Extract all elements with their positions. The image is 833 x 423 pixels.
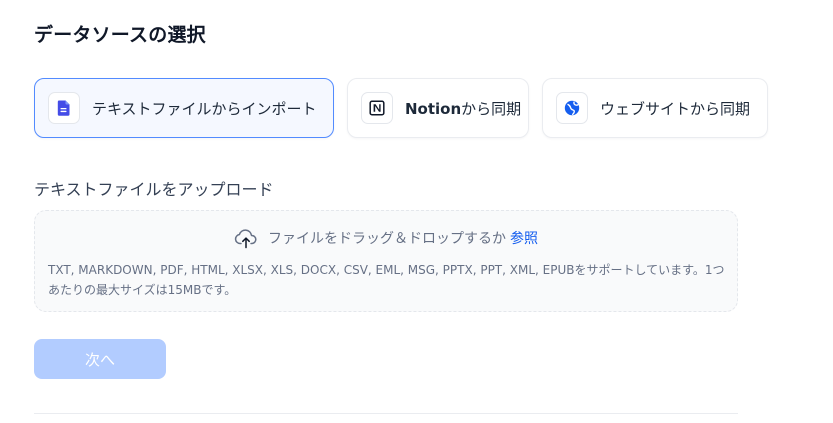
browse-link[interactable]: 参照 bbox=[510, 228, 538, 248]
notion-icon bbox=[361, 92, 393, 124]
dropzone-text: ファイルをドラッグ＆ドロップするか bbox=[268, 231, 506, 247]
source-option-label: ウェブサイトから同期 bbox=[600, 99, 751, 118]
source-option-text-file[interactable]: テキストファイルからインポート bbox=[34, 78, 334, 138]
source-option-website[interactable]: ウェブサイトから同期 bbox=[542, 78, 768, 138]
website-icon bbox=[556, 92, 588, 124]
upload-cloud-icon bbox=[234, 227, 258, 249]
source-option-label: テキストファイルからインポート bbox=[92, 99, 317, 118]
bottom-divider bbox=[34, 413, 738, 414]
source-option-label: Notionから同期 bbox=[405, 99, 522, 118]
source-option-notion[interactable]: Notionから同期 bbox=[347, 78, 529, 138]
supported-formats-text: TXT, MARKDOWN, PDF, HTML, XLSX, XLS, DOC… bbox=[48, 263, 725, 297]
dropzone-instruction: ファイルをドラッグ＆ドロップするか 参照 bbox=[35, 227, 737, 249]
page-title: データソースの選択 bbox=[34, 24, 206, 46]
text-file-icon bbox=[48, 92, 80, 124]
file-dropzone[interactable]: ファイルをドラッグ＆ドロップするか 参照 TXT, MARKDOWN, PDF,… bbox=[34, 210, 738, 312]
next-button[interactable]: 次へ bbox=[34, 339, 166, 379]
data-source-page: データソースの選択 テキストファイルからインポート Notionから同期 ウェブ… bbox=[0, 0, 833, 423]
upload-section-label: テキストファイルをアップロード bbox=[34, 180, 274, 199]
